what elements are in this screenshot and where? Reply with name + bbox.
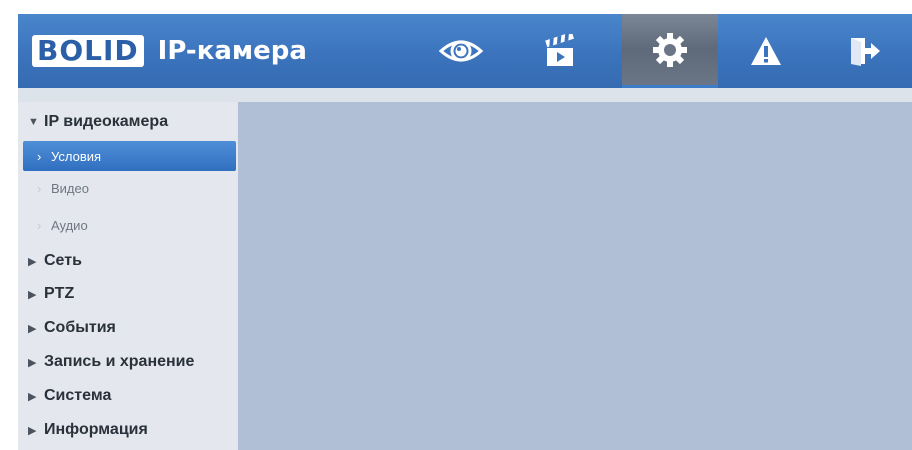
header-divider (18, 88, 912, 102)
page: BOLID IP-камера ▼ IP видеокамера › Услов… (0, 0, 912, 450)
header-bar: BOLID IP-камера (18, 14, 912, 88)
triangle-right-icon: ▶ (28, 356, 37, 369)
clapperboard-icon (545, 34, 574, 66)
sidebar-section-ip-camera[interactable]: ▼ IP видеокамера (18, 107, 168, 137)
warning-icon (751, 37, 781, 65)
sidebar-section-events[interactable]: ▶ События (18, 313, 116, 343)
triangle-right-icon: ▶ (28, 255, 37, 268)
sidebar-section-label: Информация (44, 421, 148, 438)
sidebar-item-label: Условия (51, 148, 102, 164)
sidebar-item-label: Аудио (51, 217, 88, 233)
sidebar-section-ptz[interactable]: ▶ PTZ (18, 279, 74, 309)
triangle-right-icon: ▶ (28, 322, 37, 335)
logo: BOLID IP-камера (32, 34, 307, 68)
sidebar-section-label: Запись и хранение (44, 353, 195, 370)
sidebar-item-conditions[interactable]: › Условия (23, 141, 236, 171)
triangle-down-icon: ▼ (28, 116, 39, 128)
triangle-right-icon: ▶ (28, 390, 37, 403)
bolid-logo: BOLID (32, 35, 144, 67)
sidebar-item-video[interactable]: › Видео (23, 173, 236, 203)
main-content-area (238, 102, 912, 450)
gear-icon (653, 32, 687, 67)
sidebar-section-system[interactable]: ▶ Система (18, 381, 111, 411)
sidebar-section-information[interactable]: ▶ Информация (18, 415, 148, 445)
sidebar-item-label: Видео (51, 180, 89, 196)
chevron-right-icon: › (37, 180, 42, 196)
sidebar-section-label: Система (44, 387, 112, 404)
triangle-right-icon: ▶ (28, 288, 37, 301)
nav-live-view-button[interactable] (413, 14, 509, 88)
product-title: IP-камера (157, 36, 307, 66)
sidebar-section-label: События (44, 319, 116, 336)
sidebar: ▼ IP видеокамера › Условия › Видео › Ауд… (18, 102, 238, 450)
nav-playback-button[interactable] (513, 14, 609, 88)
sidebar-item-audio[interactable]: › Аудио (23, 210, 236, 240)
exit-icon (851, 38, 880, 66)
nav-settings-button[interactable] (622, 14, 718, 88)
nav-alarm-button[interactable] (718, 14, 814, 88)
chevron-right-icon: › (37, 148, 42, 164)
chevron-right-icon: › (37, 217, 42, 233)
sidebar-section-label: PTZ (44, 285, 75, 302)
sidebar-section-storage[interactable]: ▶ Запись и хранение (18, 347, 194, 377)
nav-logout-button[interactable] (816, 14, 912, 88)
sidebar-section-label: IP видеокамера (44, 113, 169, 130)
sidebar-section-label: Сеть (44, 252, 82, 269)
logo-text: BOLID (37, 34, 139, 67)
triangle-right-icon: ▶ (28, 424, 37, 437)
sidebar-section-network[interactable]: ▶ Сеть (18, 246, 82, 276)
eye-icon (439, 40, 483, 62)
